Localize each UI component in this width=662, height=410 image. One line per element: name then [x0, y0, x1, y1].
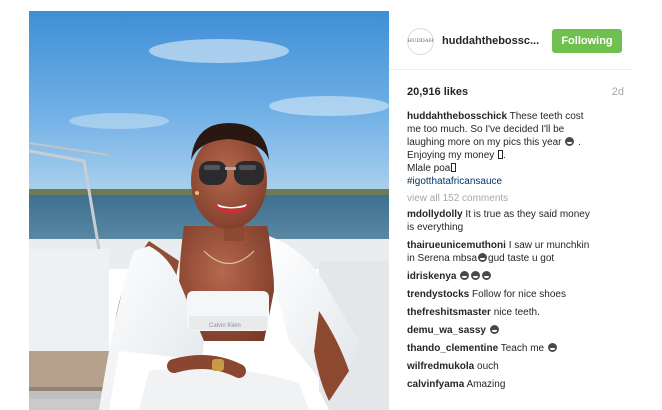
bra-label: Calvin Klein [209, 323, 241, 329]
comment-item: idriskenya [407, 270, 624, 283]
comment-text: Teach me [500, 343, 545, 354]
comment-item: wilfredmukola ouch [407, 360, 624, 373]
comment-item: thefreshitsmaster nice teeth. [407, 306, 624, 319]
comment-item: trendystocks Follow for nice shoes [407, 288, 624, 301]
comment-username[interactable]: wilfredmukola [407, 361, 474, 372]
comment-username[interactable]: calvinfyama [407, 379, 464, 390]
caption-text-4: Enjoying my money [407, 150, 495, 161]
post-header: HUDDAH huddahthebossc... Following [389, 11, 632, 70]
comment-username[interactable]: mdollydolly [407, 209, 463, 220]
post-photo[interactable]: Calvin Klein [29, 11, 389, 410]
comment-username[interactable]: thefreshitsmaster [407, 307, 491, 318]
comment-text: Follow for nice shoes [472, 289, 566, 300]
view-all-comments-link[interactable]: view all 152 comments [407, 192, 624, 205]
comment-item: calvinfyama Amazing [407, 378, 624, 391]
comment-username[interactable]: demu_wa_sassy [407, 325, 486, 336]
comment-item: thando_clementine Teach me [407, 342, 624, 355]
caption: huddahthebosschick These teeth cost me t… [407, 110, 624, 188]
smile-emoji-icon [489, 325, 499, 334]
following-button[interactable]: Following [552, 29, 622, 53]
comment-text-cont: is everything [407, 222, 464, 233]
comment-username[interactable]: idriskenya [407, 271, 456, 282]
comment-text: Amazing [466, 379, 506, 390]
comment-text: ouch [477, 361, 499, 372]
crying-emoji-icon [547, 343, 557, 352]
missing-glyph-icon [451, 163, 457, 172]
comment-item: demu_wa_sassy [407, 324, 624, 337]
caption-text-4-end: . [503, 150, 506, 161]
caption-text-3: laughing more on my pics this year [407, 137, 562, 148]
comment-text: I saw ur munchkin [508, 240, 590, 251]
avatar-logo-text: HUDDAH [407, 37, 434, 44]
caption-hashtag[interactable]: #igotthatafricansauce [407, 175, 624, 188]
laughing-emoji-icon [565, 137, 575, 146]
comment-text-cont: in Serena mbsa [407, 253, 478, 264]
caption-text-3-end: . [578, 137, 581, 148]
caption-username[interactable]: huddahthebosschick [407, 111, 507, 122]
comment-username[interactable]: thairueunicemuthoni [407, 240, 506, 251]
post-photo-image: Calvin Klein [29, 11, 389, 410]
likes-row: 20,916 likes 2d [407, 86, 624, 100]
caption-text-2: me too much. So I've decided I'll be [407, 124, 565, 135]
comments-list: huddahthebosschick These teeth cost me t… [407, 110, 624, 396]
smile-emoji-icon [478, 253, 488, 262]
comment-username[interactable]: trendystocks [407, 289, 469, 300]
laughing-emoji-icon [471, 271, 481, 280]
post-time[interactable]: 2d [612, 86, 624, 98]
post-sidebar: HUDDAH huddahthebossc... Following 20,91… [389, 11, 632, 410]
likes-count[interactable]: 20,916 likes [407, 86, 468, 98]
laughing-emoji-icon [482, 271, 492, 280]
caption-text-1: These teeth cost [509, 111, 584, 122]
comment-item: mdollydolly It is true as they said mone… [407, 208, 624, 234]
caption-text-5: Mlale poa [407, 163, 451, 174]
comment-text: nice teeth. [493, 307, 540, 318]
header-username[interactable]: huddahthebossc... [442, 35, 539, 47]
instagram-post: Calvin Klein HUDDAH huddahthebossc... Fo… [29, 11, 632, 410]
comment-text-cont-2: gud taste u got [488, 253, 555, 264]
comment-item: thairueunicemuthoni I saw ur munchkin in… [407, 239, 624, 265]
avatar[interactable]: HUDDAH [407, 28, 434, 55]
comment-username[interactable]: thando_clementine [407, 343, 498, 354]
laughing-emoji-icon [460, 271, 470, 280]
comment-text: It is true as they said money [465, 209, 590, 220]
